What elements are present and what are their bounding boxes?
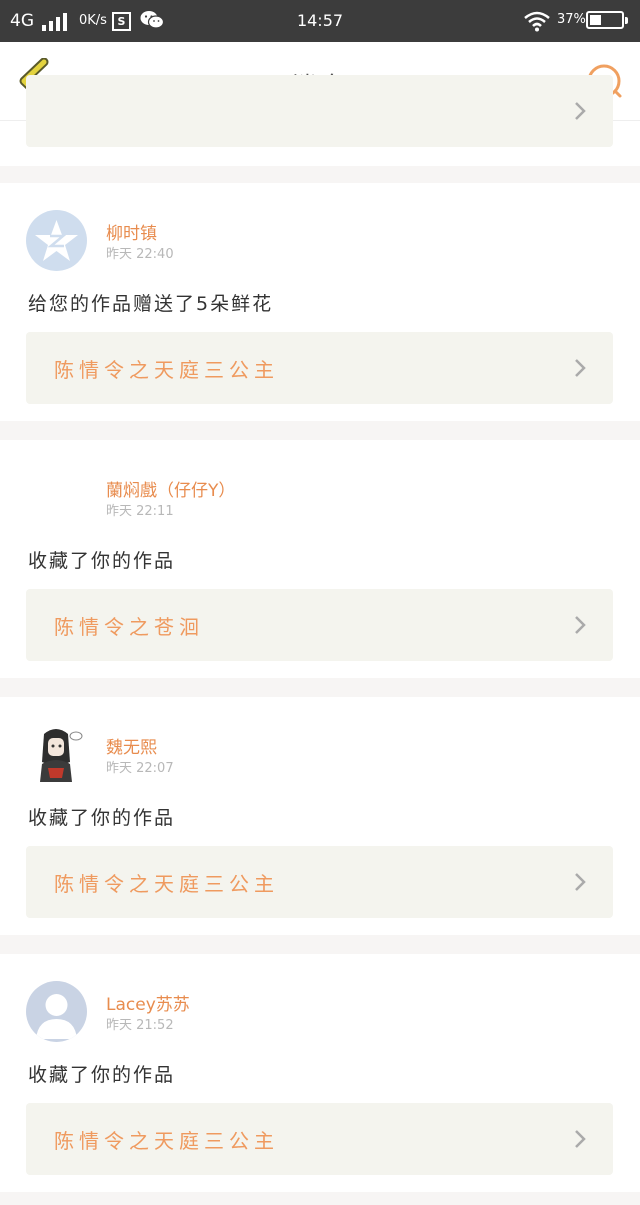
work-link[interactable]: 陈情令之天庭三公主 xyxy=(26,846,613,918)
message-time: 昨天 22:40 xyxy=(106,247,174,262)
avatar[interactable] xyxy=(26,722,87,783)
default-person-icon xyxy=(36,994,77,1039)
chevron-right-icon xyxy=(575,616,586,634)
message-card-partial xyxy=(0,75,640,166)
battery-percent: 37% xyxy=(557,12,586,27)
chevron-right-icon xyxy=(575,873,586,891)
message-card: 柳时镇 昨天 22:40 给您的作品赠送了5朵鲜花 陈情令之天庭三公主 xyxy=(0,183,640,421)
avatar[interactable] xyxy=(26,210,87,271)
status-bar: 4G 0K/s S 14:57 37% xyxy=(0,0,640,42)
chevron-right-icon xyxy=(575,102,586,120)
work-link[interactable]: 陈情令之天庭三公主 xyxy=(26,1103,613,1175)
chevron-right-icon xyxy=(575,359,586,377)
qzone-star-icon xyxy=(35,220,78,261)
battery-icon xyxy=(586,11,628,29)
message-card: 魏无熙 昨天 22:07 收藏了你的作品 陈情令之天庭三公主 xyxy=(0,697,640,935)
user-name[interactable]: Lacey苏苏 xyxy=(106,990,190,1015)
work-link[interactable]: 陈情令之苍洄 xyxy=(26,589,613,661)
work-link[interactable]: 陈情令之天庭三公主 xyxy=(26,332,613,404)
user-name[interactable]: 柳时镇 xyxy=(106,219,157,244)
user-name[interactable]: 蘭焖戲（仔仔Y） xyxy=(106,476,235,501)
work-title: 陈情令之天庭三公主 xyxy=(54,1129,279,1153)
message-card: Lacey苏苏 昨天 21:52 收藏了你的作品 陈情令之天庭三公主 xyxy=(0,954,640,1192)
wifi-icon xyxy=(524,11,550,32)
work-title: 陈情令之苍洄 xyxy=(54,615,204,639)
message-text: 给您的作品赠送了5朵鲜花 xyxy=(28,293,274,315)
avatar[interactable] xyxy=(26,981,87,1042)
message-text: 收藏了你的作品 xyxy=(28,550,176,572)
message-card: 蘭焖戲（仔仔Y） 昨天 22:11 收藏了你的作品 陈情令之苍洄 xyxy=(0,440,640,678)
work-title: 陈情令之天庭三公主 xyxy=(54,358,279,382)
avatar[interactable] xyxy=(26,467,87,528)
user-name[interactable]: 魏无熙 xyxy=(106,733,157,758)
message-text: 收藏了你的作品 xyxy=(28,807,176,829)
message-time: 昨天 22:07 xyxy=(106,761,174,776)
message-time: 昨天 21:52 xyxy=(106,1018,174,1033)
anime-character-icon xyxy=(40,729,83,782)
chevron-right-icon xyxy=(575,1130,586,1148)
work-title: 陈情令之天庭三公主 xyxy=(54,872,279,896)
message-text: 收藏了你的作品 xyxy=(28,1064,176,1086)
work-link-partial[interactable] xyxy=(26,75,613,147)
message-time: 昨天 22:11 xyxy=(106,504,174,519)
